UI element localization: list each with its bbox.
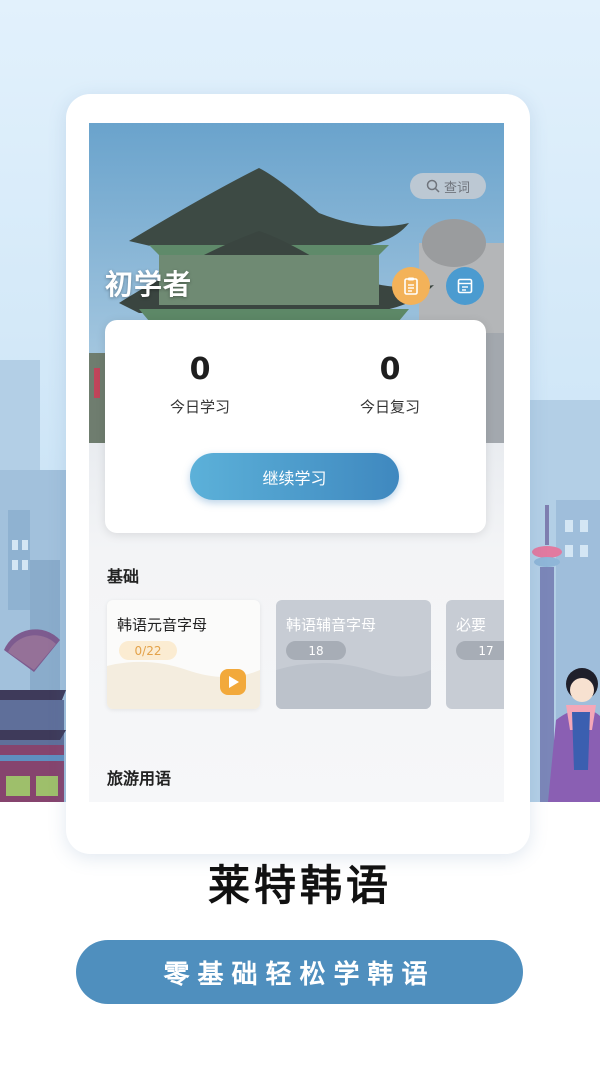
notes-button[interactable] [392,267,430,305]
course-name: 必要 [456,616,487,634]
study-plan-button[interactable] [446,267,484,305]
brand-name: 莱特韩语 [207,861,392,910]
today-review-value: 0 [379,352,401,387]
course-count-badge: 17 [456,641,504,660]
section-title-travel: 旅游用语 [107,769,172,788]
today-learned-stat: 0 今日学习 [140,350,260,417]
course-name: 韩语辅音字母 [286,616,377,634]
search-label: 查词 [443,180,470,196]
plan-icon [457,278,473,294]
course-card-consonants[interactable]: 韩语辅音字母 18 [276,600,431,709]
course-count-badge: 18 [286,641,346,660]
play-icon[interactable] [219,668,247,696]
level-title: 初学者 [105,268,193,301]
course-name: 韩语元音字母 [117,616,208,634]
search-icon [426,179,440,193]
course-progress-badge: 0/22 [119,641,177,660]
today-review-stat: 0 今日复习 [330,350,450,417]
today-learned-value: 0 [189,352,211,387]
dictionary-search-button[interactable]: 查词 [410,173,486,199]
course-card-essentials[interactable]: 必要 17 [446,600,504,709]
today-review-label: 今日复习 [359,398,420,416]
today-learned-label: 今日学习 [169,398,230,416]
clipboard-icon [404,277,418,295]
app-screen: 查词 初学者 0 今日学习 0 今日复习 继续学习 基础 韩语元音字母 0/22… [89,123,504,802]
slogan-banner: 零基础轻松学韩语 [76,940,523,1004]
continue-learning-button[interactable]: 继续学习 [190,453,399,500]
daily-stats-card: 0 今日学习 0 今日复习 继续学习 [105,320,486,533]
course-card-vowels[interactable]: 韩语元音字母 0/22 [107,600,260,709]
section-title-basics: 基础 [107,567,140,586]
